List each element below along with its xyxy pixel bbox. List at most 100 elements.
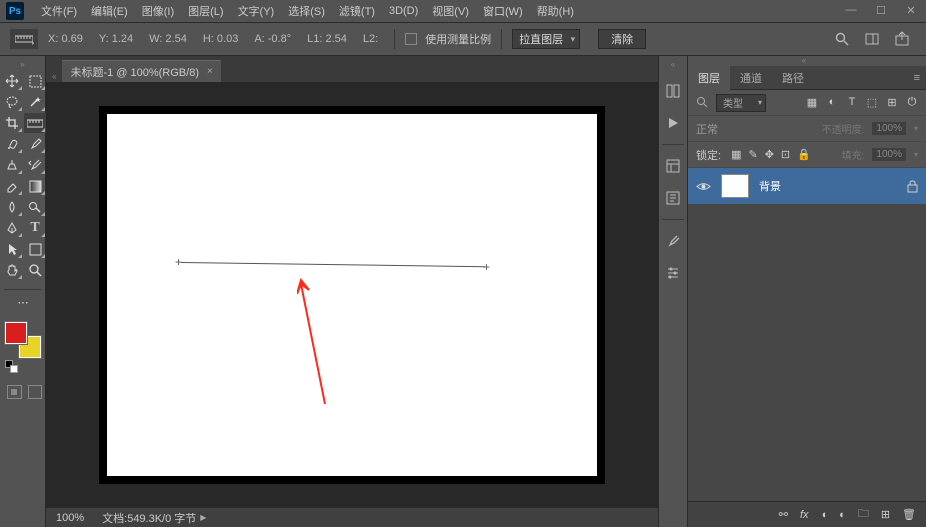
active-tool-ruler-icon[interactable]: [10, 29, 38, 49]
layer-filter-type[interactable]: 类型: [716, 94, 766, 112]
screenmode-toggle[interactable]: [28, 385, 43, 399]
layer-visibility-icon[interactable]: [696, 181, 711, 192]
gradient-tool[interactable]: [24, 176, 46, 196]
menu-layer[interactable]: 图层(L): [181, 0, 230, 23]
lasso-tool[interactable]: [1, 92, 23, 112]
path-select-tool[interactable]: [1, 239, 23, 259]
options-bar: X: 0.69 Y: 1.24 W: 2.54 H: 0.03 A: -0.8°…: [0, 23, 926, 56]
opacity-value[interactable]: 100%: [872, 122, 906, 135]
document-tab-bar: « 未标题-1 @ 100%(RGB/8) ×: [46, 56, 658, 82]
adjustment-layer-icon[interactable]: ◐: [839, 509, 846, 521]
window-close[interactable]: ✕: [896, 0, 926, 20]
menu-type[interactable]: 文字(Y): [231, 0, 282, 23]
canvas-area[interactable]: + +: [46, 82, 658, 507]
magic-wand-tool[interactable]: [24, 92, 46, 112]
layer-thumbnail[interactable]: [721, 174, 749, 198]
delete-layer-icon[interactable]: 🗑: [902, 508, 916, 521]
document-canvas[interactable]: + +: [107, 114, 597, 476]
lock-position-icon[interactable]: ✥: [765, 148, 774, 161]
menu-edit[interactable]: 编辑(E): [84, 0, 135, 23]
eraser-tool[interactable]: [1, 176, 23, 196]
color-swatches[interactable]: [5, 322, 41, 358]
fill-value[interactable]: 100%: [872, 148, 906, 161]
menu-window[interactable]: 窗口(W): [476, 0, 530, 23]
filter-adjust-icon[interactable]: ◐: [826, 96, 838, 109]
workspace-icon[interactable]: [864, 31, 880, 47]
clear-button[interactable]: 清除: [598, 29, 646, 49]
tab-paths[interactable]: 路径: [772, 66, 814, 90]
marquee-tool[interactable]: [24, 71, 46, 91]
history-panel-icon[interactable]: [662, 80, 684, 102]
zoom-tool[interactable]: [24, 260, 46, 280]
layer-lock-icon[interactable]: [907, 180, 918, 193]
menu-help[interactable]: 帮助(H): [530, 0, 581, 23]
new-layer-icon[interactable]: ⊞: [881, 508, 890, 521]
search-icon[interactable]: [834, 31, 850, 47]
layer-search-icon[interactable]: [696, 96, 710, 110]
shape-tool[interactable]: [24, 239, 46, 259]
ruler-end-point[interactable]: +: [483, 260, 490, 274]
panel-menu-icon[interactable]: ≡: [908, 72, 926, 84]
readout-a: A: -0.8°: [248, 33, 297, 45]
ruler-start-point[interactable]: +: [175, 255, 182, 269]
type-tool[interactable]: T: [24, 218, 46, 238]
tabbar-collapse[interactable]: «: [52, 72, 62, 82]
filter-pixel-icon[interactable]: ▦: [806, 96, 818, 109]
lock-all-icon[interactable]: 🔒: [797, 148, 811, 161]
blur-tool[interactable]: [1, 197, 23, 217]
clone-stamp-tool[interactable]: [1, 155, 23, 175]
hand-tool[interactable]: [1, 260, 23, 280]
layer-fx-icon[interactable]: fx: [800, 509, 809, 521]
menu-image[interactable]: 图像(I): [135, 0, 181, 23]
panel-collapse[interactable]: «: [688, 56, 926, 66]
menu-view[interactable]: 视图(V): [425, 0, 476, 23]
blend-mode-select[interactable]: 正常: [696, 121, 718, 137]
tab-layers[interactable]: 图层: [688, 66, 730, 90]
midstrip-collapse[interactable]: «: [671, 60, 675, 70]
filter-toggle-icon[interactable]: ⏻: [906, 96, 918, 109]
filter-type-icon[interactable]: T: [846, 96, 858, 109]
history-brush-tool[interactable]: [24, 155, 46, 175]
menu-filter[interactable]: 滤镜(T): [332, 0, 382, 23]
window-minimize[interactable]: —: [836, 0, 866, 20]
layer-name[interactable]: 背景: [759, 178, 781, 194]
doc-status[interactable]: 文档:549.3K/0 字节: [102, 510, 196, 526]
link-layers-icon[interactable]: ⚯: [779, 508, 788, 521]
brush-tool[interactable]: [24, 134, 46, 154]
use-scale-checkbox[interactable]: [405, 33, 417, 45]
pen-tool[interactable]: [1, 218, 23, 238]
group-layers-icon[interactable]: 🗀: [858, 505, 869, 524]
window-maximize[interactable]: ☐: [866, 0, 896, 20]
edit-toolbar[interactable]: ⋯: [12, 292, 34, 312]
layer-mask-icon[interactable]: ◖: [821, 509, 828, 521]
crop-tool[interactable]: [1, 113, 23, 133]
lock-artboard-icon[interactable]: ⊡: [781, 148, 790, 161]
lock-pixels-icon[interactable]: ▦: [731, 148, 741, 161]
menu-file[interactable]: 文件(F): [34, 0, 84, 23]
menu-3d[interactable]: 3D(D): [382, 0, 425, 23]
tab-channels[interactable]: 通道: [730, 66, 772, 90]
move-tool[interactable]: [1, 71, 23, 91]
dodge-tool[interactable]: [24, 197, 46, 217]
adjustments-panel-icon[interactable]: [662, 262, 684, 284]
ruler-tool[interactable]: [24, 113, 46, 133]
close-tab-icon[interactable]: ×: [207, 66, 213, 77]
quickmask-toggle[interactable]: [7, 385, 22, 399]
lock-brush-icon[interactable]: ✎: [748, 148, 757, 161]
menu-select[interactable]: 选择(S): [281, 0, 332, 23]
brush-panel-icon[interactable]: [662, 230, 684, 252]
character-panel-icon[interactable]: [662, 187, 684, 209]
zoom-level[interactable]: 100%: [56, 512, 84, 524]
toolbar-collapse[interactable]: »: [0, 60, 45, 70]
straighten-button[interactable]: 拉直图层: [512, 29, 580, 49]
properties-panel-icon[interactable]: [662, 155, 684, 177]
filter-smart-icon[interactable]: ⊞: [886, 96, 898, 109]
document-tab[interactable]: 未标题-1 @ 100%(RGB/8) ×: [62, 60, 220, 82]
healing-brush-tool[interactable]: [1, 134, 23, 154]
share-icon[interactable]: [894, 31, 910, 47]
foreground-swatch[interactable]: [5, 322, 27, 344]
actions-panel-icon[interactable]: [662, 112, 684, 134]
filter-shape-icon[interactable]: ⬚: [866, 96, 878, 109]
default-colors[interactable]: [5, 360, 45, 376]
layer-row[interactable]: 背景: [688, 168, 926, 204]
